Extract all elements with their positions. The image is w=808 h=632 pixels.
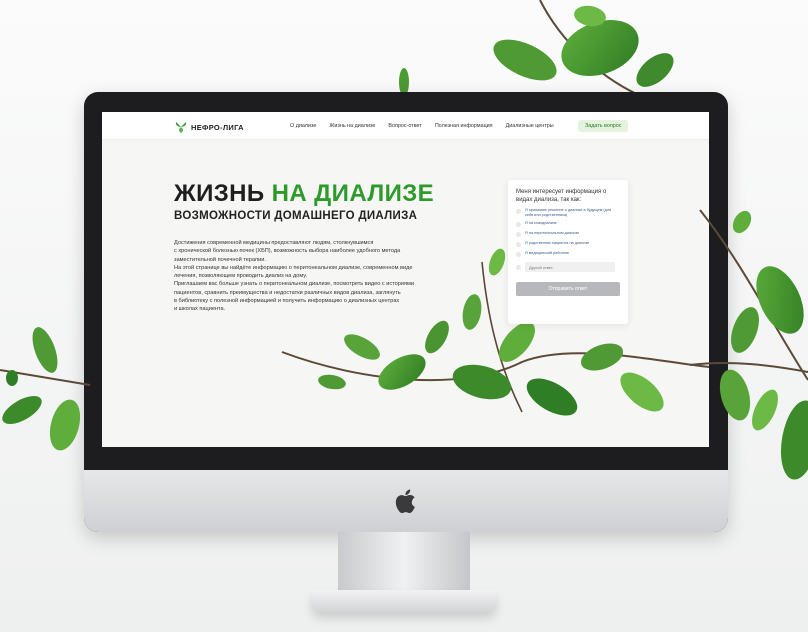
main-menu: О диализе Жизнь на диализе Вопрос-ответ … (290, 123, 554, 129)
paragraph-line: Приглашаем вас больше узнать о перитонеа… (174, 281, 415, 288)
radio-button[interactable] (516, 232, 521, 238)
stage: НЕФРО-ЛИГА О диализе Жизнь на диализе Во… (0, 0, 808, 632)
survey-option[interactable]: Я на перитонеальном диализе (516, 231, 620, 238)
nav-item-dialysis-centers[interactable]: Диализные центры (506, 123, 554, 129)
kidney-leaf-icon (175, 122, 187, 133)
title-part-2: НА ДИАЛИЗЕ (271, 180, 435, 207)
header-nav: НЕФРО-ЛИГА О диализе Жизнь на диализе Во… (102, 112, 709, 140)
nav-item-about-dialysis[interactable]: О диализе (290, 123, 316, 129)
option-label: Я на перитонеальном диализе (525, 231, 580, 236)
title-part-1: ЖИЗНЬ (174, 180, 265, 207)
survey-option[interactable]: Я медицинский работник (516, 251, 620, 258)
nav-item-faq[interactable]: Вопрос-ответ (388, 123, 421, 129)
option-label: Я медицинский работник (525, 251, 570, 256)
monitor-base (312, 590, 496, 612)
survey-option[interactable]: Я на гемодиализе (516, 221, 620, 228)
radio-button[interactable] (516, 252, 521, 258)
page-subtitle: ВОЗМОЖНОСТИ ДОМАШНЕГО ДИАЛИЗА (174, 210, 418, 222)
paragraph-line: в библиотеку с полезной информацией и по… (174, 298, 400, 305)
option-label: Я на гемодиализе (525, 221, 557, 226)
intro-paragraph: Достижения современной медицины предоста… (174, 239, 454, 314)
radio-button[interactable] (516, 242, 521, 248)
paragraph-line: и школах пациента. (174, 306, 226, 313)
survey-option[interactable]: Я родственник пациента на диализе (516, 241, 620, 248)
radio-button[interactable] (516, 222, 521, 228)
survey-form: Меня интересует информация о видах диали… (508, 180, 628, 324)
option-label: Я принимаю решение о диализе в будущем (… (525, 208, 612, 217)
other-answer-row (516, 262, 620, 273)
paragraph-line: лечения, позволяющем проводить диализ на… (174, 273, 308, 280)
survey-question: Меня интересует информация о видах диали… (516, 189, 607, 203)
nav-item-useful-info[interactable]: Полезная информация (435, 123, 493, 129)
nav-item-life-on-dialysis[interactable]: Жизнь на диализе (329, 123, 375, 129)
other-answer-input[interactable] (525, 262, 615, 273)
ask-question-button[interactable]: Задать вопрос (578, 120, 629, 132)
submit-answer-button[interactable]: Отправить ответ (516, 282, 620, 297)
logo[interactable]: НЕФРО-ЛИГА (175, 121, 244, 133)
paragraph-line: пациентов, сравнить преимущества и недос… (174, 289, 401, 296)
logo-text: НЕФРО-ЛИГА (191, 122, 244, 132)
radio-button[interactable] (516, 209, 521, 214)
radio-button[interactable] (516, 265, 521, 271)
paragraph-line: с хронической болезнью почек (ХБП), возм… (174, 248, 401, 255)
paragraph-line: На этой странице вы найдёте информацию о… (174, 264, 413, 271)
paragraph-line: заместительной почечной терапии. (174, 256, 266, 263)
website-screen: НЕФРО-ЛИГА О диализе Жизнь на диализе Во… (102, 112, 709, 447)
page-title: ЖИЗНЬ НА ДИАЛИЗЕ (174, 180, 434, 208)
option-label: Я родственник пациента на диализе (525, 241, 590, 246)
paragraph-line: Достижения современной медицины предоста… (174, 240, 374, 246)
apple-logo-icon (395, 489, 415, 514)
survey-option[interactable]: Я принимаю решение о диализе в будущем (… (516, 208, 620, 217)
